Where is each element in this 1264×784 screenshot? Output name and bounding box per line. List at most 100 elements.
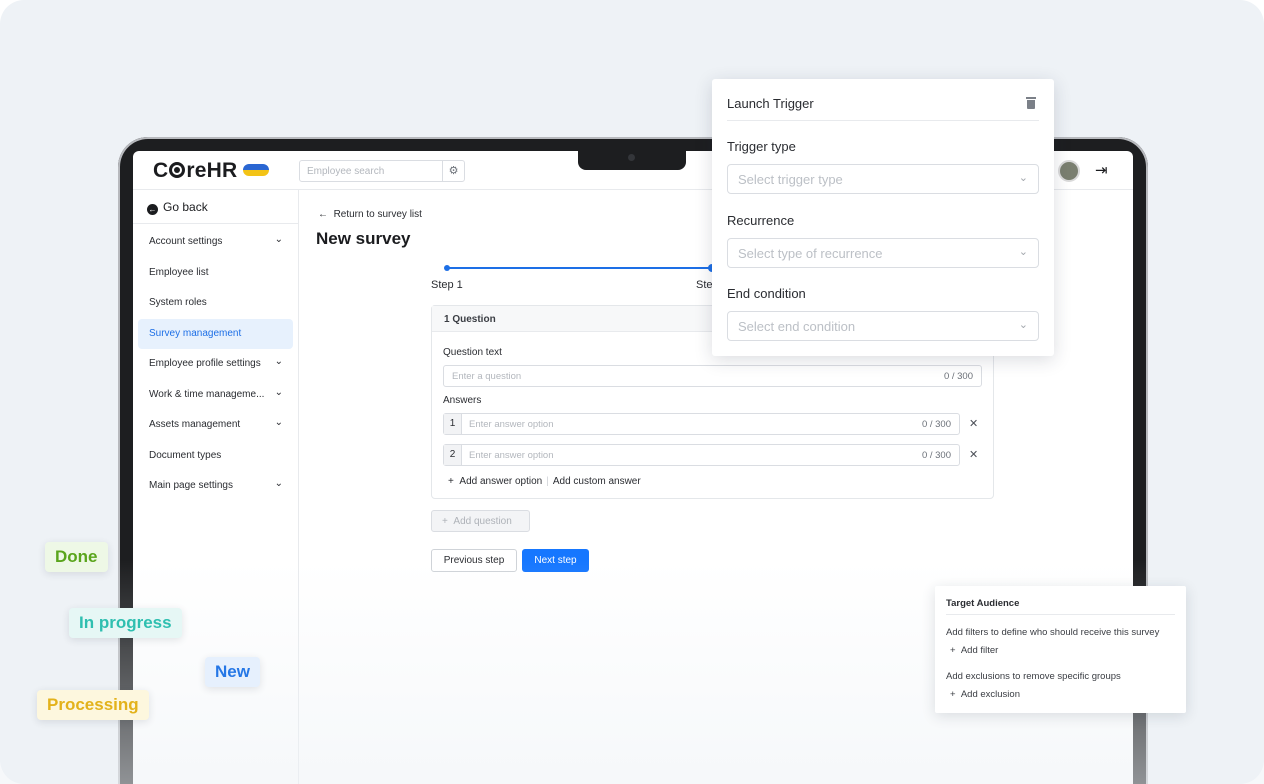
- plus-icon: +: [950, 645, 961, 656]
- panel-divider: [727, 120, 1039, 121]
- sidebar-item-label: Survey management: [149, 327, 242, 339]
- sliders-icon[interactable]: ⚙: [442, 161, 464, 181]
- trigger-type-label: Trigger type: [727, 139, 796, 154]
- answer-placeholder: Enter answer option: [469, 450, 554, 461]
- sidebar-item-label: Assets management: [149, 419, 241, 430]
- answers-label: Answers: [443, 395, 482, 406]
- corehr-logo[interactable]: CreHR: [153, 159, 237, 183]
- status-badge-done: Done: [45, 542, 108, 572]
- sidebar-item-system-roles[interactable]: System roles: [138, 288, 293, 319]
- question-char-count: 0 / 300: [943, 371, 973, 382]
- recurrence-label: Recurrence: [727, 213, 795, 228]
- chevron-down-icon: ⌄: [1018, 319, 1028, 331]
- trash-icon[interactable]: [1026, 97, 1036, 109]
- chevron-down-icon: ⌄: [1018, 246, 1028, 258]
- logo-text-end: reHR: [186, 159, 238, 182]
- back-link-label: Return to survey list: [333, 209, 422, 220]
- end-condition-select[interactable]: Select end condition ⌄: [727, 311, 1039, 341]
- user-avatar[interactable]: [1058, 160, 1080, 182]
- sidebar-item-label: Work & time manageme...: [149, 388, 265, 400]
- recurrence-placeholder: Select type of recurrence: [738, 246, 883, 261]
- sidebar: ← Go back Account settings ⌄ Employee list…: [133, 190, 299, 784]
- launch-trigger-panel: Launch Trigger Trigger type Select trigg…: [712, 79, 1054, 356]
- sidebar-item-document-types[interactable]: Document types: [138, 441, 293, 472]
- status-badge-processing: Processing: [37, 690, 149, 720]
- end-condition-placeholder: Select end condition: [738, 319, 856, 334]
- end-condition-label: End condition: [727, 286, 806, 301]
- sidebar-item-main-page-settings[interactable]: Main page settings ⌄: [138, 471, 293, 502]
- add-filter-label: Add filter: [960, 645, 999, 656]
- trigger-type-placeholder: Select trigger type: [738, 172, 843, 187]
- sidebar-item-label: Main page settings: [149, 480, 233, 491]
- page-title: New survey: [316, 229, 411, 248]
- sidebar-item-work-time-management[interactable]: Work & time manageme... ⌄: [138, 380, 293, 411]
- sidebar-item-label: System roles: [149, 297, 207, 308]
- answer-placeholder: Enter answer option: [469, 419, 554, 430]
- next-step-button[interactable]: Next step: [522, 549, 589, 572]
- sidebar-item-employee-list[interactable]: Employee list: [138, 258, 293, 289]
- sidebar-item-employee-profile-settings[interactable]: Employee profile settings ⌄: [138, 349, 293, 380]
- chevron-down-icon: ⌄: [1018, 172, 1028, 184]
- ukraine-flag-icon: [243, 164, 269, 176]
- target-audience-panel: Target Audience Add filters to define wh…: [935, 586, 1186, 713]
- plus-icon: +: [950, 689, 961, 700]
- sidebar-divider: [133, 223, 299, 224]
- sidebar-item-assets-management[interactable]: Assets management ⌄: [138, 410, 293, 441]
- sidebar-item-survey-management[interactable]: Survey management: [138, 318, 293, 349]
- add-answer-option-button[interactable]: + Add answer option: [448, 476, 542, 487]
- add-question-button[interactable]: + Add question: [431, 510, 530, 532]
- go-back-label: Go back: [163, 200, 208, 214]
- add-custom-answer-button[interactable]: Add custom answer: [553, 476, 641, 487]
- arrow-left-circle-icon: ←: [147, 204, 158, 215]
- logo-text-start: C: [153, 159, 169, 182]
- arrow-left-icon: ←: [318, 209, 334, 220]
- sidebar-item-label: Employee profile settings: [149, 358, 261, 369]
- plus-icon: +: [442, 516, 454, 527]
- sidebar-item-account-settings[interactable]: Account settings ⌄: [138, 227, 293, 258]
- return-to-survey-list-link[interactable]: ← Return to survey list: [318, 209, 422, 220]
- status-badge-new: New: [205, 657, 260, 687]
- sidebar-menu: Account settings ⌄ Employee list System r…: [138, 227, 293, 502]
- step-1-dot: [444, 265, 450, 271]
- stepper-progress-line: [446, 267, 711, 269]
- answer-option-input[interactable]: 2 Enter answer option 0 / 300: [443, 444, 960, 466]
- add-exclusion-button[interactable]: + Add exclusion: [950, 689, 1020, 700]
- question-text-input[interactable]: Enter a question 0 / 300: [443, 365, 982, 387]
- add-question-label: Add question: [453, 516, 512, 527]
- answer-char-count: 0 / 300: [921, 419, 951, 430]
- answer-char-count: 0 / 300: [921, 450, 951, 461]
- filters-description: Add filters to define who should receive…: [946, 627, 1160, 638]
- camera-notch: [578, 151, 686, 170]
- exclusions-description: Add exclusions to remove specific groups: [946, 671, 1121, 682]
- previous-step-button[interactable]: Previous step: [431, 549, 517, 572]
- logo-o-icon: [169, 162, 186, 178]
- panel-divider: [946, 614, 1175, 615]
- add-answer-option-label: Add answer option: [459, 476, 543, 487]
- step-2-label[interactable]: Ste: [696, 279, 713, 291]
- sidebar-item-label: Employee list: [149, 266, 209, 278]
- sidebar-item-label: Account settings: [149, 236, 223, 247]
- remove-answer-close-icon[interactable]: ✕: [969, 417, 978, 430]
- chevron-down-icon: ⌄: [274, 417, 283, 428]
- chevron-down-icon: ⌄: [274, 234, 283, 245]
- status-badge-in-progress: In progress: [69, 608, 182, 638]
- answer-actions: + Add answer option | Add custom answer: [448, 476, 641, 487]
- add-filter-button[interactable]: + Add filter: [950, 645, 998, 656]
- trigger-type-select[interactable]: Select trigger type ⌄: [727, 164, 1039, 194]
- sidebar-item-label: Document types: [149, 449, 222, 461]
- step-1-label[interactable]: Step 1: [431, 279, 463, 291]
- search-placeholder: Employee search: [307, 166, 385, 177]
- question-text-label: Question text: [443, 347, 502, 358]
- chevron-down-icon: ⌄: [274, 356, 283, 367]
- question-placeholder: Enter a question: [452, 371, 522, 382]
- logout-icon[interactable]: ⇥: [1095, 161, 1108, 179]
- divider: |: [546, 476, 549, 487]
- answer-option-input[interactable]: 1 Enter answer option 0 / 300: [443, 413, 960, 435]
- remove-answer-close-icon[interactable]: ✕: [969, 448, 978, 461]
- employee-search-input[interactable]: Employee search ⚙: [299, 160, 465, 182]
- plus-icon: +: [448, 476, 460, 487]
- target-audience-title: Target Audience: [946, 598, 1020, 609]
- go-back-button[interactable]: ← Go back: [147, 200, 208, 215]
- recurrence-select[interactable]: Select type of recurrence ⌄: [727, 238, 1039, 268]
- chevron-down-icon: ⌄: [274, 386, 283, 398]
